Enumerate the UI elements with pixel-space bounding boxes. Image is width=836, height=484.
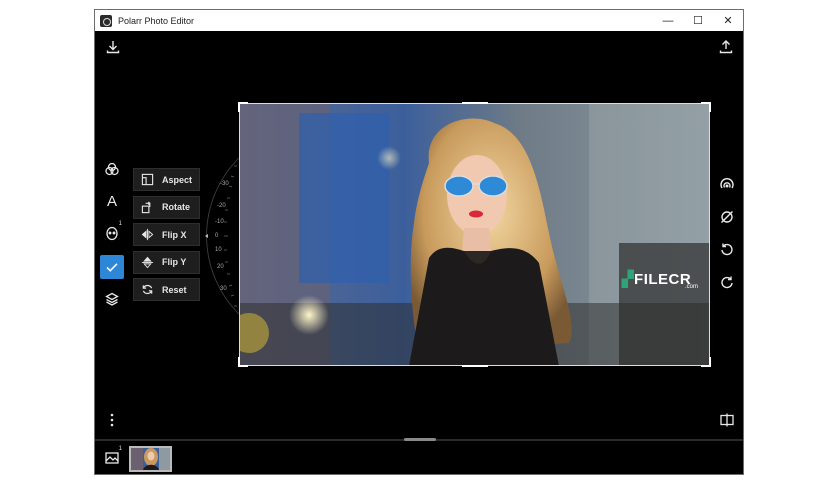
dial-label: -30 bbox=[220, 181, 229, 187]
rotation-dial[interactable]: -30 -20 -10 0 10 20 30 bbox=[203, 156, 243, 316]
flip-x-button[interactable]: Flip X bbox=[133, 223, 200, 246]
flip-y-button[interactable]: Flip Y bbox=[133, 250, 200, 274]
auto-enhance-icon[interactable] bbox=[716, 174, 738, 196]
dial-label: 20 bbox=[217, 264, 224, 270]
redo-icon[interactable] bbox=[716, 271, 738, 293]
undo-icon[interactable] bbox=[716, 238, 738, 260]
flip-x-icon bbox=[140, 228, 154, 242]
close-button[interactable]: ✕ bbox=[713, 10, 743, 31]
more-options-icon[interactable] bbox=[101, 409, 123, 431]
compare-off-icon[interactable] bbox=[716, 206, 738, 228]
rotate-icon bbox=[140, 200, 154, 214]
dial-label: -10 bbox=[215, 219, 224, 225]
crop-check-icon[interactable] bbox=[100, 255, 124, 279]
title-bar: Polarr Photo Editor — ☐ ✕ bbox=[95, 10, 743, 31]
reset-icon bbox=[140, 283, 154, 297]
aspect-icon bbox=[140, 173, 154, 187]
flip-y-icon bbox=[140, 255, 154, 269]
flip-x-label: Flip X bbox=[162, 229, 187, 240]
app-logo-icon bbox=[100, 14, 112, 27]
face-badge: 1 bbox=[118, 221, 122, 227]
photo-thumbnail[interactable] bbox=[129, 446, 172, 472]
app-window: Polarr Photo Editor — ☐ ✕ A 1 Aspect Rot… bbox=[94, 9, 744, 475]
reset-button[interactable]: Reset bbox=[133, 278, 200, 301]
dial-label: 0 bbox=[215, 233, 219, 239]
layers-icon[interactable] bbox=[101, 288, 123, 310]
editor-canvas: A 1 Aspect Rotate Flip X Flip Y Reset -3… bbox=[95, 31, 743, 474]
aspect-button[interactable]: Aspect bbox=[133, 168, 200, 191]
window-controls: — ☐ ✕ bbox=[653, 10, 743, 31]
reset-label: Reset bbox=[162, 284, 187, 295]
library-badge: 1 bbox=[118, 446, 122, 452]
rotate-label: Rotate bbox=[162, 202, 191, 212]
photo-preview[interactable] bbox=[239, 103, 710, 366]
aspect-label: Aspect bbox=[162, 174, 193, 185]
filters-icon[interactable] bbox=[101, 158, 123, 180]
dial-label: -20 bbox=[217, 203, 226, 209]
split-compare-icon[interactable] bbox=[716, 409, 738, 431]
watermark-sub: .com bbox=[685, 284, 699, 290]
text-icon[interactable]: A bbox=[101, 190, 123, 212]
share-icon[interactable] bbox=[715, 36, 737, 58]
watermark-text: FILECR bbox=[634, 271, 692, 288]
dial-label: 10 bbox=[215, 247, 222, 253]
watermark-logo: ▞FILECR bbox=[622, 271, 692, 288]
minimize-button[interactable]: — bbox=[653, 10, 683, 31]
dial-label: 30 bbox=[220, 286, 227, 292]
face-icon[interactable]: 1 bbox=[101, 221, 123, 244]
flip-y-label: Flip Y bbox=[162, 257, 187, 267]
download-icon[interactable] bbox=[102, 36, 124, 58]
rotate-button[interactable]: Rotate bbox=[133, 195, 200, 219]
image-library-icon[interactable]: 1 bbox=[101, 446, 123, 469]
panel-drag-handle[interactable] bbox=[404, 438, 436, 441]
maximize-button[interactable]: ☐ bbox=[683, 10, 713, 31]
window-title: Polarr Photo Editor bbox=[118, 15, 195, 26]
crop-menu: Aspect Rotate Flip X Flip Y Reset bbox=[133, 168, 200, 306]
